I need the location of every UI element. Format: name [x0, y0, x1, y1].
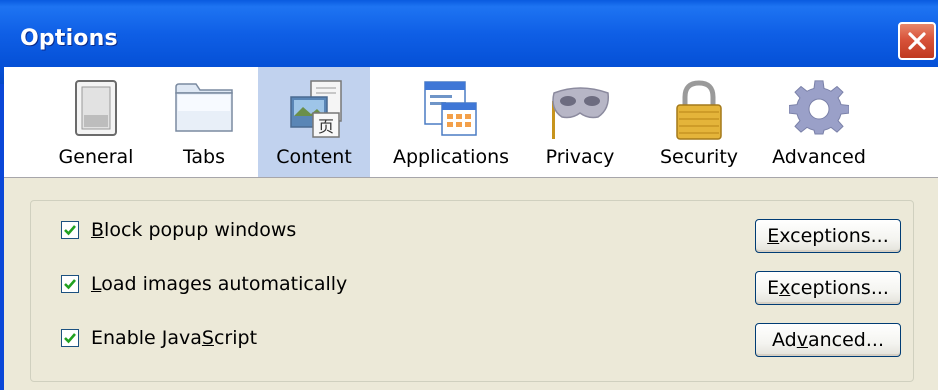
checkmark-icon [64, 333, 76, 344]
load-images-checkbox[interactable] [61, 275, 79, 293]
tab-security-label: Security [659, 146, 739, 168]
content-pictures-icon: 页 [283, 79, 345, 143]
tab-privacy[interactable]: Privacy [532, 67, 628, 177]
svg-text:页: 页 [318, 117, 334, 136]
load-images-option[interactable]: Load images automatically [61, 272, 347, 296]
close-button[interactable] [898, 22, 936, 60]
javascript-advanced-button[interactable]: Ad v anced... [755, 323, 901, 357]
padlock-icon [673, 79, 725, 145]
applications-window-icon [422, 79, 480, 143]
options-window: Options General Tabs 页 Content Applicati… [0, 0, 938, 390]
enable-javascript-option[interactable]: Enable JavaScript [61, 326, 257, 350]
close-icon [908, 32, 926, 50]
mask-icon [546, 79, 614, 143]
tab-tabs[interactable]: Tabs [164, 67, 244, 177]
content-settings-group: Block popup windows Exceptions... Load i… [30, 200, 914, 382]
tab-general-label: General [58, 146, 134, 168]
tab-advanced[interactable]: Advanced [764, 67, 874, 177]
tab-content-label: Content [276, 146, 352, 168]
window-title: Options [20, 26, 118, 51]
images-exceptions-button[interactable]: Ex ceptions... [755, 271, 901, 305]
block-popups-option[interactable]: Block popup windows [61, 218, 296, 242]
tab-applications[interactable]: Applications [386, 67, 516, 177]
tab-advanced-label: Advanced [772, 146, 866, 168]
checkmark-icon [64, 279, 76, 290]
switch-icon [74, 79, 118, 141]
tab-privacy-label: Privacy [545, 146, 615, 168]
popup-exceptions-button[interactable]: Exceptions... [755, 219, 901, 253]
enable-javascript-checkbox[interactable] [61, 329, 79, 347]
tab-applications-label: Applications [392, 146, 510, 168]
gear-icon [788, 79, 850, 143]
block-popups-checkbox[interactable] [61, 221, 79, 239]
checkmark-icon [64, 225, 76, 236]
category-toolbar: General Tabs 页 Content Applications Priv… [4, 67, 938, 178]
tab-tabs-label: Tabs [182, 146, 226, 168]
tab-general[interactable]: General [48, 67, 144, 177]
enable-javascript-label: Enable JavaScript [91, 327, 258, 349]
tab-security[interactable]: Security [644, 67, 754, 177]
load-images-label: Load images automatically [91, 273, 348, 295]
block-popups-label: Block popup windows [91, 219, 297, 241]
tab-content[interactable]: 页 Content [258, 67, 370, 177]
folder-tabs-icon [172, 79, 236, 141]
